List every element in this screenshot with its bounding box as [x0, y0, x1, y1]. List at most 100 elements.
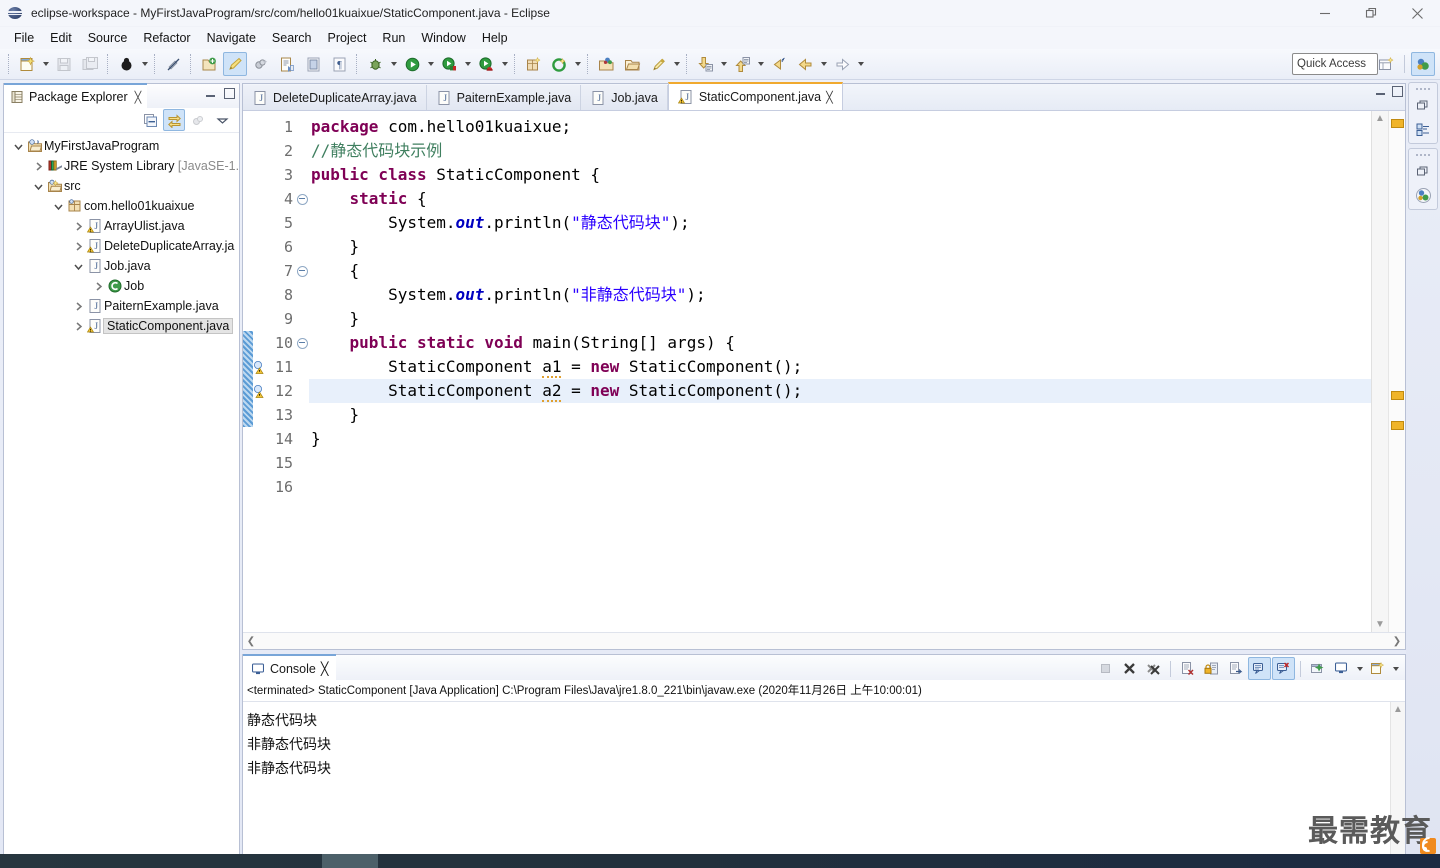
tree-item-job-java[interactable]: J Job.java [4, 256, 239, 276]
close-icon[interactable]: ╳ [321, 661, 329, 676]
maximize-editor-icon[interactable] [1392, 86, 1403, 97]
console-output[interactable]: 静态代码块 非静态代码块 非静态代码块 [243, 702, 1390, 866]
word-wrap-icon[interactable] [1224, 657, 1247, 680]
code-line[interactable]: public class StaticComponent { [309, 163, 1371, 187]
pin-console-icon[interactable] [1306, 657, 1329, 680]
code-line[interactable]: //静态代码块示例 [309, 139, 1371, 163]
warning-marker-icon[interactable] [253, 384, 267, 398]
tree-item-job[interactable]: Job [4, 276, 239, 296]
menu-search[interactable]: Search [264, 29, 320, 47]
show-console-on-output-icon[interactable] [1248, 657, 1271, 680]
java-perspective-icon[interactable] [1411, 52, 1435, 76]
debug-icon[interactable] [363, 52, 387, 76]
chevron-right-icon[interactable] [70, 321, 86, 332]
save-all-icon[interactable] [78, 52, 102, 76]
next-annotation-dropdown-arrow[interactable] [718, 53, 729, 75]
toggle-breakpoint-dropdown-arrow[interactable] [139, 53, 150, 75]
editor-tab-deleteduplicatearray[interactable]: J DeleteDuplicateArray.java [243, 85, 427, 110]
clear-console-icon[interactable] [1176, 657, 1199, 680]
tree-item-src[interactable]: src [4, 176, 239, 196]
scroll-down-icon[interactable]: ▼ [1375, 619, 1385, 630]
code-line[interactable]: } [309, 403, 1371, 427]
editor-tab-staticcomponent[interactable]: J StaticComponent.java ╳ [667, 82, 843, 110]
remove-all-terminated-icon[interactable] [1142, 657, 1165, 680]
open-console-icon[interactable] [1366, 657, 1389, 680]
code-line[interactable]: { [309, 259, 1371, 283]
overview-warning-marker[interactable] [1391, 421, 1404, 430]
scroll-right-icon[interactable]: ❯ [1389, 634, 1405, 648]
drag-handle-dots[interactable] [1415, 152, 1431, 157]
new-java-class-icon[interactable] [223, 52, 247, 76]
search-dropdown-arrow[interactable] [671, 53, 682, 75]
menu-edit[interactable]: Edit [42, 29, 80, 47]
menu-source[interactable]: Source [80, 29, 136, 47]
next-annotation-icon[interactable] [693, 52, 717, 76]
warning-marker-icon[interactable] [253, 360, 267, 374]
overview-warning-marker[interactable] [1391, 119, 1404, 128]
coverage-dropdown-arrow[interactable] [572, 53, 583, 75]
run-icon[interactable] [400, 52, 424, 76]
terminate-icon[interactable] [1094, 657, 1117, 680]
link-with-editor-icon[interactable] [163, 109, 185, 131]
collapse-all-icon[interactable] [139, 109, 161, 131]
drag-handle-dots[interactable] [1415, 86, 1431, 91]
menu-refactor[interactable]: Refactor [135, 29, 198, 47]
fold-collapse-icon[interactable] [295, 259, 309, 283]
forward-icon[interactable] [830, 52, 854, 76]
code-line[interactable]: public static void main(String[] args) { [309, 331, 1371, 355]
new-wizard-dropdown-arrow[interactable] [40, 53, 51, 75]
open-type-icon[interactable] [275, 52, 299, 76]
minimize-editor-icon[interactable] [1375, 86, 1386, 97]
chevron-down-icon[interactable] [30, 181, 46, 192]
show-console-on-error-icon[interactable] [1272, 657, 1295, 680]
editor-code[interactable]: package com.hello01kuaixue; //静态代码块示例 publ… [309, 111, 1371, 632]
paragraph-marks-icon[interactable]: ¶ [327, 52, 351, 76]
code-line[interactable]: } [309, 235, 1371, 259]
previous-edit-icon[interactable] [793, 52, 817, 76]
external-tools-dropdown-arrow[interactable] [499, 53, 510, 75]
forward-dropdown-arrow[interactable] [855, 53, 866, 75]
tree-item-paiternexample-java[interactable]: J PaiternExample.java [4, 296, 239, 316]
scroll-lock-icon[interactable] [1200, 657, 1223, 680]
close-icon[interactable]: ╳ [826, 91, 833, 104]
tree-item-deleteduplicatearray-ja[interactable]: J DeleteDuplicateArray.ja [4, 236, 239, 256]
open-console-dropdown-arrow[interactable] [1390, 658, 1401, 680]
menu-project[interactable]: Project [320, 29, 375, 47]
new-java-package-icon[interactable] [249, 52, 273, 76]
open-resource-icon[interactable] [594, 52, 618, 76]
menu-navigate[interactable]: Navigate [199, 29, 264, 47]
run-last-tool-icon[interactable] [437, 52, 461, 76]
code-line[interactable]: StaticComponent a2 = new StaticComponent… [309, 379, 1371, 403]
editor-hscrollbar[interactable]: ❮ ❯ [243, 632, 1405, 649]
chevron-right-icon[interactable] [70, 241, 86, 252]
maximize-view-icon[interactable] [224, 88, 235, 99]
chevron-right-icon[interactable] [30, 161, 46, 172]
search-icon[interactable] [646, 52, 670, 76]
close-icon[interactable] [1394, 0, 1440, 26]
new-package-wizard-icon[interactable] [521, 52, 545, 76]
restore-view-icon[interactable] [1413, 161, 1433, 181]
code-line[interactable]: System.out.println("非静态代码块"); [309, 283, 1371, 307]
editor-folding-ruler[interactable] [295, 111, 309, 632]
new-wizard-icon[interactable] [15, 52, 39, 76]
editor-tab-paiternexample[interactable]: J PaiternExample.java [426, 85, 582, 110]
view-menu-icon[interactable] [211, 109, 233, 131]
quick-access-input[interactable]: Quick Access [1292, 53, 1378, 75]
scroll-up-icon[interactable]: ▲ [1393, 704, 1403, 715]
package-explorer-icon[interactable] [1413, 119, 1433, 139]
open-perspective-icon[interactable] [1374, 52, 1398, 76]
minimize-view-icon[interactable] [205, 88, 216, 99]
restore-view-icon[interactable] [1413, 95, 1433, 115]
run-dropdown-arrow[interactable] [425, 53, 436, 75]
code-line[interactable]: static { [309, 187, 1371, 211]
tree-item-com-hello01kuaixue[interactable]: com.hello01kuaixue [4, 196, 239, 216]
run-last-tool-dropdown-arrow[interactable] [462, 53, 473, 75]
editor-overview-ruler[interactable] [1388, 111, 1405, 632]
editor-vscrollbar[interactable]: ▲ ▼ [1371, 111, 1388, 632]
save-icon[interactable] [52, 52, 76, 76]
editor-tab-job[interactable]: J Job.java [581, 85, 668, 110]
chevron-right-icon[interactable] [70, 221, 86, 232]
taskbar-active-window[interactable] [322, 854, 378, 868]
code-line[interactable]: package com.hello01kuaixue; [309, 115, 1371, 139]
previous-annotation-dropdown-arrow[interactable] [755, 53, 766, 75]
